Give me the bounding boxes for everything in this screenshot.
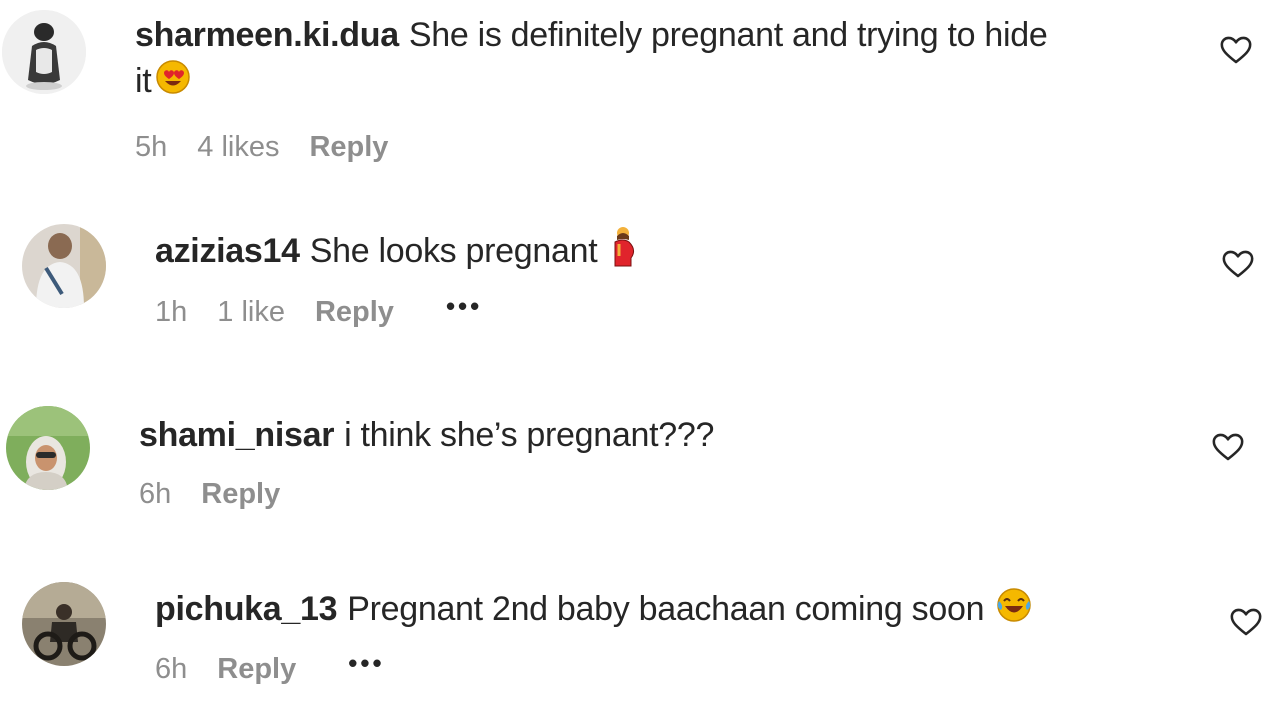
reply-button[interactable]: Reply	[201, 478, 280, 511]
avatar[interactable]	[22, 224, 106, 308]
avatar[interactable]	[2, 10, 86, 94]
more-options-icon[interactable]: •••	[446, 291, 482, 322]
like-heart-icon[interactable]	[1211, 430, 1245, 464]
comment-text: i think she’s pregnant???	[344, 416, 715, 454]
reply-button[interactable]: Reply	[217, 653, 296, 686]
avatar[interactable]	[22, 582, 106, 666]
pregnant-woman-emoji	[609, 226, 637, 280]
comment-username[interactable]: sharmeen.ki.dua	[135, 16, 399, 54]
like-heart-icon[interactable]	[1221, 247, 1255, 281]
comment-username[interactable]: azizias14	[155, 232, 300, 270]
comment-likes[interactable]: 4 likes	[197, 131, 279, 164]
comment-likes[interactable]: 1 like	[217, 296, 285, 329]
avatar[interactable]	[6, 406, 90, 490]
reply-button[interactable]: Reply	[315, 296, 394, 329]
comment-text: Pregnant 2nd baby baachaan coming soon	[347, 590, 985, 628]
like-heart-icon[interactable]	[1229, 605, 1263, 639]
comment-username[interactable]: shami_nisar	[139, 416, 334, 454]
comment-time: 1h	[155, 296, 188, 328]
laughing-tears-emoji	[996, 587, 1032, 635]
comment-username[interactable]: pichuka_13	[155, 590, 338, 628]
heart-eyes-emoji	[155, 59, 191, 107]
reply-button[interactable]: Reply	[309, 131, 388, 164]
comment-time: 6h	[139, 478, 172, 510]
like-heart-icon[interactable]	[1219, 33, 1253, 67]
more-options-icon[interactable]: •••	[348, 648, 384, 679]
comment-text: it	[135, 62, 152, 100]
comment-text: She looks pregnant	[309, 231, 598, 270]
comment-time: 6h	[155, 653, 188, 685]
comment-time: 5h	[135, 131, 168, 163]
comment-text: She is definitely pregnant and trying to…	[408, 16, 1048, 54]
